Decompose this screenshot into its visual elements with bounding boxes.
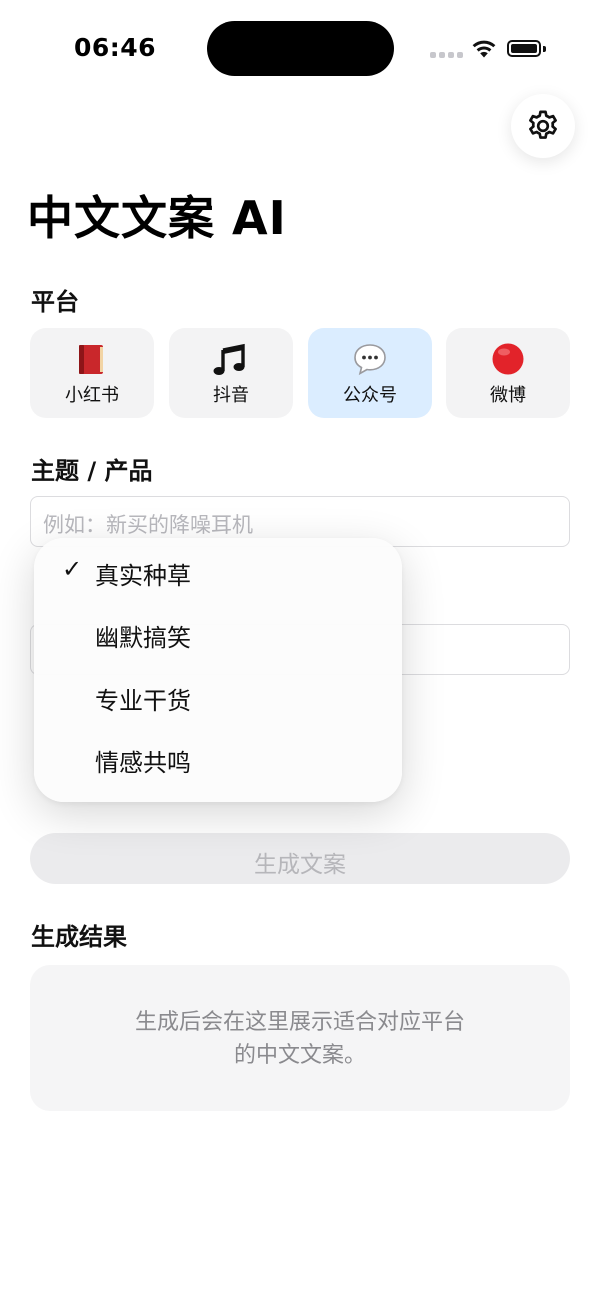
result-panel: 生成后会在这里展示适合对应平台的中文文案。 [30,965,570,1111]
platform-card-douyin[interactable]: 抖音 [169,328,293,418]
checkmark-icon: ✓ [62,555,83,583]
status-icons [430,36,550,62]
menu-item-zhenshizhongcao[interactable]: ✓ 真实种草 [34,540,402,602]
gear-icon [529,110,557,139]
topic-section-label: 主题 / 产品 [31,457,153,485]
style-dropdown-menu: ✓ 真实种草 幽默搞笑 专业干货 情感共鸣 [34,538,402,802]
result-placeholder: 生成后会在这里展示适合对应平台的中文文案。 [134,1010,465,1068]
platform-label: 抖音 [213,385,249,406]
result-section-label: 生成结果 [31,923,127,951]
battery-tip [543,46,546,52]
page-title: 中文文案 AI [27,191,287,245]
platform-label: 小红书 [65,385,119,406]
menu-item-label: 真实种草 [95,562,191,590]
menu-item-qingganGongming[interactable]: 情感共鸣 [34,727,402,789]
red-book-icon [79,345,103,374]
menu-item-label: 幽默搞笑 [95,624,191,652]
menu-item-label: 情感共鸣 [95,749,191,777]
wifi-icon [472,40,496,58]
platform-card-gongzhonghao[interactable]: 公众号 [308,328,432,418]
status-time: 06:46 [74,33,157,62]
battery-icon [507,40,541,57]
menu-item-zhuanyeganhuo[interactable]: 专业干货 [34,665,402,727]
red-circle-icon [492,343,524,375]
generate-button[interactable]: 生成文案 [30,833,570,884]
topic-input-placeholder: 例如：新买的降噪耳机 [43,513,253,537]
platform-card-xiaohongshu[interactable]: 小红书 [30,328,154,418]
platform-card-weibo[interactable]: 微博 [446,328,570,418]
generate-button-label: 生成文案 [254,852,346,878]
menu-item-youmogaoxiao[interactable]: 幽默搞笑 [34,602,402,664]
platform-selector: 小红书 抖音 公众号 微博 [30,328,570,418]
speech-bubble-icon [354,344,386,376]
platform-section-label: 平台 [31,288,79,316]
settings-button[interactable] [511,94,575,158]
platform-label: 公众号 [343,385,397,406]
platform-label: 微博 [490,385,526,406]
dynamic-island [207,21,394,76]
cellular-signal-icon [430,52,463,58]
music-note-icon [213,343,245,375]
menu-item-label: 专业干货 [95,687,191,715]
